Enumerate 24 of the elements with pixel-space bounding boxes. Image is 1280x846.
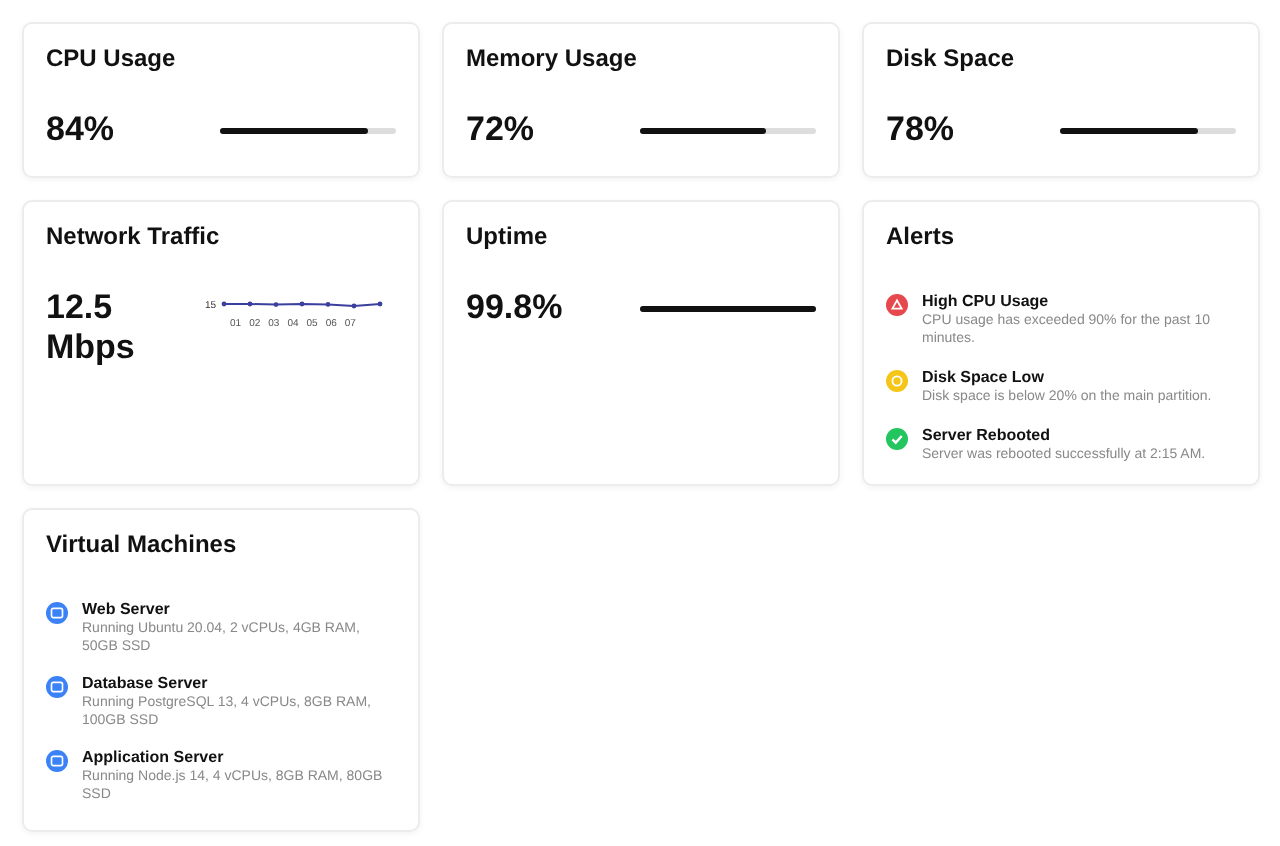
server-icon xyxy=(46,676,68,699)
metric-value: 84% xyxy=(46,110,115,150)
metric-value: 78% xyxy=(886,110,955,150)
alert-icon xyxy=(886,294,908,316)
card-title: CPU Usage xyxy=(46,44,178,72)
alert-title: Server Rebooted xyxy=(922,426,1053,445)
vm-name: Database Server xyxy=(82,674,210,693)
metric-value: 99.8% xyxy=(466,288,563,328)
metric-value: 72% xyxy=(466,110,535,150)
server-icon xyxy=(46,750,68,773)
card-title: Memory Usage xyxy=(466,44,639,72)
card-title: Virtual Machines xyxy=(46,530,239,558)
card-title: Disk Space xyxy=(886,44,1017,72)
card-title: Uptime xyxy=(466,222,550,250)
vm-name: Application Server xyxy=(82,748,226,767)
alert-title: High CPU Usage xyxy=(922,292,1051,310)
card-title: Alerts xyxy=(886,222,957,250)
vm-name: Web Server xyxy=(82,600,172,618)
warning-icon xyxy=(886,370,908,393)
server-icon xyxy=(46,602,68,624)
alert-title: Disk Space Low xyxy=(922,368,1046,387)
card-title: Network Traffic xyxy=(46,222,222,250)
check-icon xyxy=(886,428,908,451)
metric-value: 12.5 Mbps xyxy=(46,288,137,368)
